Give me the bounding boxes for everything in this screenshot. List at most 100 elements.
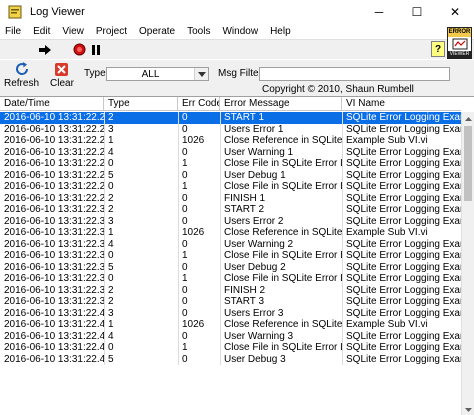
- cell-err-code: 1: [182, 181, 188, 192]
- menu-edit[interactable]: Edit: [27, 26, 56, 37]
- table-row[interactable]: 2016-06-10 13:31:22.363 5 0 User Debug 2 SQL…: [0, 262, 461, 274]
- cell-vi-name: SQLite Error Logging Exampl: [346, 353, 461, 365]
- table-row[interactable]: 2016-06-10 13:31:22.453 5 0 User Debug 3 SQL…: [0, 354, 461, 366]
- table-row[interactable]: 2016-06-10 13:31:22.291 2 0 FINISH 1 SQLite …: [0, 193, 461, 205]
- menu-file[interactable]: File: [0, 26, 27, 37]
- col-header-error-message[interactable]: Error Message: [220, 97, 342, 111]
- log-table: Date/Time Type Err Code Error Message VI…: [0, 96, 474, 415]
- cell-error-message: User Warning 3: [224, 330, 294, 342]
- cell-vi-name: SQLite Error Logging Exampl: [346, 158, 461, 169]
- cell-err-code: 0: [182, 192, 188, 204]
- table-row[interactable]: 2016-06-10 13:31:22.351 0 1 Close File in S…: [0, 250, 461, 262]
- cell-err-code: 1: [182, 342, 188, 353]
- vertical-scrollbar[interactable]: [461, 112, 474, 415]
- type-select[interactable]: ALL: [106, 67, 209, 81]
- clear-button[interactable]: Clear: [50, 61, 74, 89]
- cell-datetime: 2016-06-10 13:31:22.235: [4, 135, 104, 146]
- cell-err-code: 0: [182, 296, 188, 307]
- minimize-button[interactable]: ─: [360, 0, 398, 23]
- table-header: Date/Time Type Err Code Error Message VI…: [0, 97, 461, 111]
- run-toolbar: ?: [0, 39, 474, 59]
- menu-view[interactable]: View: [56, 26, 90, 37]
- table-row[interactable]: 2016-06-10 13:31:22.314 3 0 Users Error 2 SQ…: [0, 216, 461, 228]
- col-header-type[interactable]: Type: [104, 97, 178, 111]
- cell-vi-name: SQLite Error Logging Exampl: [346, 238, 461, 250]
- cell-type: 2: [108, 112, 114, 123]
- cell-err-code: 0: [182, 215, 188, 227]
- col-header-vi-name[interactable]: VI Name: [342, 97, 461, 111]
- cell-datetime: 2016-06-10 13:31:22.399: [4, 296, 104, 307]
- cell-type: 2: [108, 296, 114, 307]
- run-arrow-icon: [39, 44, 51, 55]
- table-row[interactable]: 2016-06-10 13:31:22.245 4 0 User Warning 1 S…: [0, 147, 461, 159]
- scroll-up-arrow-icon[interactable]: [462, 112, 474, 125]
- table-row[interactable]: 2016-06-10 13:31:22.421 1 1026 Close Refere…: [0, 319, 461, 331]
- cell-datetime: 2016-06-10 13:31:22.432: [4, 330, 104, 342]
- cell-err-code: 1026: [182, 319, 205, 330]
- cell-type: 1: [108, 319, 114, 330]
- table-row[interactable]: 2016-06-10 13:31:22.257 0 1 Close File in S…: [0, 158, 461, 170]
- chevron-down-icon[interactable]: [194, 68, 208, 80]
- cell-datetime: 2016-06-10 13:31:22.351: [4, 250, 104, 261]
- menu-window[interactable]: Window: [216, 26, 264, 37]
- table-row[interactable]: 2016-06-10 13:31:22.235 1 1026 Close Refere…: [0, 135, 461, 147]
- cell-error-message: Close File in SQLite Error Loggii: [224, 181, 342, 192]
- col-header-datetime[interactable]: Date/Time: [0, 97, 104, 111]
- table-row[interactable]: 2016-06-10 13:31:22.210 2 0 START 1 SQLite E…: [0, 112, 461, 124]
- cell-vi-name: Example Sub VI.vi: [346, 135, 428, 146]
- pause-button[interactable]: [87, 42, 105, 57]
- table-row[interactable]: 2016-06-10 13:31:22.399 2 0 START 3 SQLite E…: [0, 296, 461, 308]
- maximize-button[interactable]: ☐: [398, 0, 436, 23]
- clear-x-icon: [54, 61, 69, 77]
- cell-error-message: Close Reference in SQLite Error: [224, 135, 342, 146]
- run-button[interactable]: [36, 42, 54, 57]
- menu-operate[interactable]: Operate: [133, 26, 181, 37]
- cell-error-message: FINISH 2: [224, 284, 266, 296]
- menu-tools[interactable]: Tools: [181, 26, 216, 37]
- table-row[interactable]: 2016-06-10 13:31:22.387 2 0 FINISH 2 SQLite …: [0, 285, 461, 297]
- cell-err-code: 0: [182, 261, 188, 273]
- cell-vi-name: SQLite Error Logging Exampl: [346, 273, 461, 284]
- menu-project[interactable]: Project: [90, 26, 133, 37]
- cell-err-code: 0: [182, 123, 188, 135]
- table-row[interactable]: 2016-06-10 13:31:22.339 4 0 User Warning 2 S…: [0, 239, 461, 251]
- close-button[interactable]: ✕: [436, 0, 474, 23]
- error-viewer-logo: ERROR VIEWER: [447, 27, 472, 59]
- refresh-button[interactable]: Refresh: [4, 61, 39, 89]
- scroll-down-arrow-icon[interactable]: [462, 403, 474, 415]
- cell-err-code: 0: [182, 353, 188, 365]
- cell-type: 0: [108, 342, 114, 353]
- logo-bottom-text: VIEWER: [448, 51, 471, 58]
- cell-datetime: 2016-06-10 13:31:22.374: [4, 273, 104, 284]
- table-row[interactable]: 2016-06-10 13:31:22.374 0 1 Close File in S…: [0, 273, 461, 285]
- cell-err-code: 0: [182, 284, 188, 296]
- table-row[interactable]: 2016-06-10 13:31:22.326 1 1026 Close Refere…: [0, 227, 461, 239]
- context-help-button[interactable]: ?: [431, 41, 445, 57]
- scrollbar-thumb[interactable]: [464, 126, 472, 201]
- table-row[interactable]: 2016-06-10 13:31:22.303 2 0 START 2 SQLite E…: [0, 204, 461, 216]
- logo-graphic: [448, 37, 471, 51]
- msg-filter-input[interactable]: [259, 67, 450, 81]
- table-row[interactable]: 2016-06-10 13:31:22.410 3 0 Users Error 3 SQ…: [0, 308, 461, 320]
- table-row[interactable]: 2016-06-10 13:31:22.223 3 0 Users Error 1 SQ…: [0, 124, 461, 136]
- table-row[interactable]: 2016-06-10 13:31:22.432 4 0 User Warning 3 S…: [0, 331, 461, 343]
- column-separator: [104, 112, 105, 365]
- cell-type: 0: [108, 273, 114, 284]
- cell-datetime: 2016-06-10 13:31:22.268: [4, 169, 104, 181]
- clear-label: Clear: [50, 78, 74, 89]
- col-header-err-code[interactable]: Err Code: [178, 97, 220, 111]
- cell-vi-name: SQLite Error Logging Exampl: [346, 330, 461, 342]
- cell-type: 5: [108, 169, 114, 181]
- cell-datetime: 2016-06-10 13:31:22.410: [4, 307, 104, 319]
- menu-help[interactable]: Help: [264, 26, 297, 37]
- cell-datetime: 2016-06-10 13:31:22.453: [4, 353, 104, 365]
- cell-vi-name: SQLite Error Logging Exampl: [346, 250, 461, 261]
- abort-button[interactable]: [70, 42, 88, 57]
- table-row[interactable]: 2016-06-10 13:31:22.442 0 1 Close File in S…: [0, 342, 461, 354]
- cell-vi-name: SQLite Error Logging Exampl: [346, 307, 461, 319]
- cell-error-message: Close File in SQLite Error Loggii: [224, 273, 342, 284]
- table-row[interactable]: 2016-06-10 13:31:22.268 5 0 User Debug 1 SQL…: [0, 170, 461, 182]
- cell-err-code: 0: [182, 330, 188, 342]
- cell-err-code: 0: [182, 238, 188, 250]
- table-row[interactable]: 2016-06-10 13:31:22.280 0 1 Close File in S…: [0, 181, 461, 193]
